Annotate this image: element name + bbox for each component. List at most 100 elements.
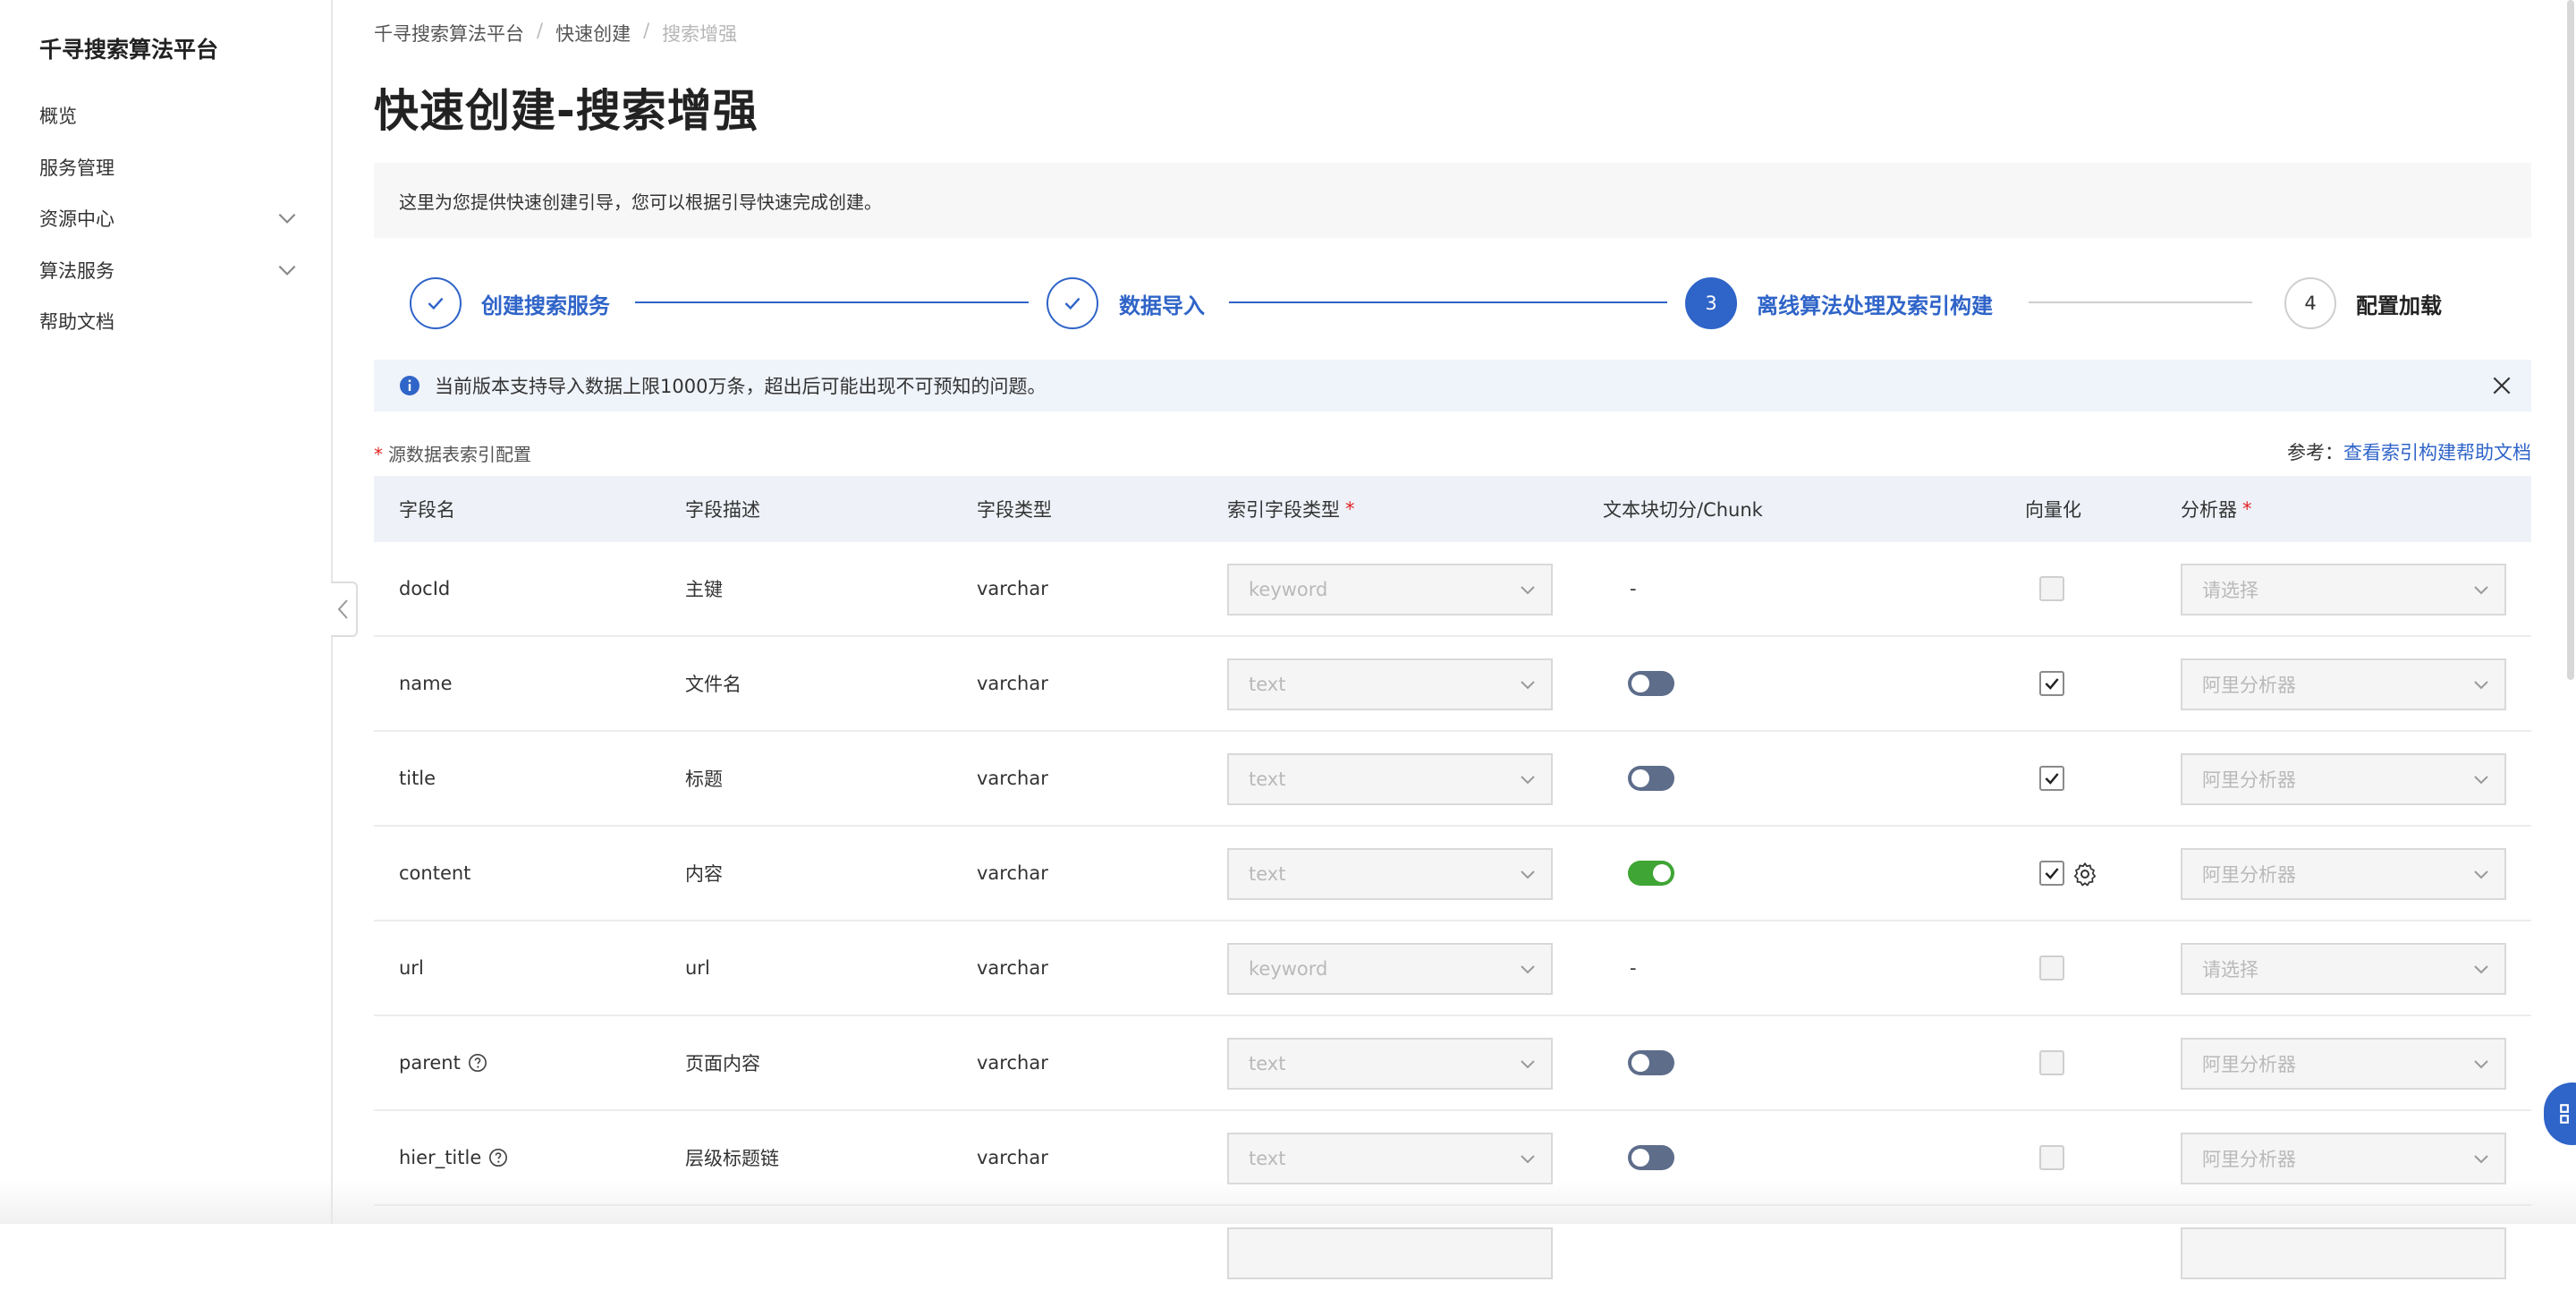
vectorize-checkbox[interactable]: [2039, 576, 2064, 601]
floating-help-button[interactable]: [2544, 1082, 2576, 1145]
scrollbar[interactable]: [2567, 0, 2574, 680]
brand-title: 千寻搜索算法平台: [39, 37, 219, 63]
vectorize-checkbox[interactable]: [2039, 671, 2064, 696]
step-4-label: 配置加载: [2356, 293, 2442, 318]
header-index-type-label: 索引字段类型: [1227, 499, 1340, 521]
analyzer-value: 阿里分析器: [2202, 864, 2296, 886]
analyzer-select[interactable]: 请选择: [2181, 564, 2506, 616]
sidebar-item-overview[interactable]: 概览: [39, 102, 299, 129]
sidebar-item-service-management[interactable]: 服务管理: [39, 154, 299, 181]
analyzer-value: 阿里分析器: [2202, 1149, 2296, 1170]
field-name: content: [399, 862, 471, 884]
step-2-done: [1046, 277, 1098, 329]
analyzer-select[interactable]: 阿里分析器: [2181, 753, 2506, 805]
index-type-select[interactable]: text: [1227, 753, 1553, 805]
field-desc: 内容: [685, 863, 723, 885]
main-content: 千寻搜索算法平台 / 快速创建 / 搜索增强 快速创建-搜索增强 这里为您提供快…: [374, 0, 2531, 1279]
breadcrumb-parent[interactable]: 快速创建: [555, 20, 631, 47]
help-doc-link[interactable]: 查看索引构建帮助文档: [2343, 442, 2531, 463]
close-icon[interactable]: [2490, 374, 2513, 397]
analyzer-select[interactable]: 阿里分析器: [2181, 1133, 2506, 1184]
step-connector: [635, 301, 1029, 303]
analyzer-select[interactable]: 请选择: [2181, 943, 2506, 995]
chunk-empty: -: [1630, 957, 1637, 979]
table-header: 字段名 字段描述 字段类型 索引字段类型 * 文本块切分/Chunk 向量化 分析…: [374, 476, 2531, 542]
analyzer-select[interactable]: 阿里分析器: [2181, 848, 2506, 900]
table-row: docId 主键 varchar keyword - 请选择: [374, 542, 2531, 637]
analyzer-value: 阿里分析器: [2202, 675, 2296, 696]
analyzer-value: 阿里分析器: [2202, 1054, 2296, 1075]
info-icon: [400, 376, 419, 395]
analyzer-value: 阿里分析器: [2202, 769, 2296, 791]
page-title: 快速创建-搜索增强: [374, 85, 758, 137]
field-type: varchar: [977, 673, 1048, 694]
chunk-toggle[interactable]: [1628, 861, 1674, 886]
index-type-value: text: [1249, 1148, 1286, 1169]
index-type-select[interactable]: text: [1227, 848, 1553, 900]
sidebar-item-resource-center[interactable]: 资源中心: [39, 205, 299, 232]
step-4-todo: 4: [2284, 277, 2336, 329]
check-icon: [428, 297, 444, 310]
index-type-select[interactable]: text: [1227, 1133, 1553, 1184]
chevron-down-icon: [1521, 776, 1535, 785]
field-type: varchar: [977, 1147, 1048, 1168]
header-analyzer: 分析器 *: [2181, 476, 2252, 542]
intro-text: 这里为您提供快速创建引导，您可以根据引导快速完成创建。: [399, 191, 882, 213]
chevron-down-icon: [2474, 1060, 2488, 1069]
sidebar: 千寻搜索算法平台 概览 服务管理 资源中心 算法服务 帮助文档: [0, 0, 333, 1224]
chunk-toggle[interactable]: [1628, 671, 1674, 696]
required-mark: *: [2242, 498, 2252, 520]
field-type: varchar: [977, 957, 1048, 979]
vectorize-checkbox[interactable]: [2039, 1145, 2064, 1170]
chunk-toggle[interactable]: [1628, 1050, 1674, 1075]
index-type-select[interactable]: text: [1227, 1038, 1553, 1090]
breadcrumb-root[interactable]: 千寻搜索算法平台: [374, 20, 524, 47]
field-desc: 页面内容: [685, 1053, 760, 1074]
chunk-toggle[interactable]: [1628, 1145, 1674, 1170]
step-1-label: 创建搜索服务: [481, 293, 610, 318]
chunk-toggle[interactable]: [1628, 766, 1674, 791]
sidebar-item-label: 概览: [39, 106, 77, 127]
vectorize-checkbox[interactable]: [2039, 861, 2064, 886]
gear-icon[interactable]: [2072, 861, 2098, 887]
index-type-select[interactable]: [1227, 1227, 1553, 1279]
section-label-text: 源数据表索引配置: [388, 444, 531, 465]
reference: 参考：查看索引构建帮助文档: [2287, 438, 2531, 465]
section-label: * 源数据表索引配置: [374, 440, 531, 466]
question-circle-icon[interactable]: [468, 1053, 487, 1073]
sidebar-item-algorithm-service[interactable]: 算法服务: [39, 257, 299, 284]
question-circle-icon[interactable]: [488, 1148, 508, 1167]
check-icon: [1064, 297, 1080, 310]
step-connector: [1229, 301, 1667, 303]
analyzer-select[interactable]: 阿里分析器: [2181, 658, 2506, 710]
step-3-label: 离线算法处理及索引构建: [1757, 293, 1993, 318]
index-type-select[interactable]: keyword: [1227, 564, 1553, 616]
index-type-select[interactable]: text: [1227, 658, 1553, 710]
index-type-value: text: [1249, 1053, 1286, 1074]
step-3-active: 3: [1685, 277, 1737, 329]
chevron-down-icon: [1521, 965, 1535, 974]
index-type-select[interactable]: keyword: [1227, 943, 1553, 995]
field-desc: 标题: [685, 768, 723, 790]
field-type: varchar: [977, 578, 1048, 599]
chevron-down-icon: [2474, 776, 2488, 785]
chevron-down-icon: [1521, 586, 1535, 595]
field-name: hier_title: [399, 1147, 482, 1168]
sidebar-collapse-button[interactable]: [331, 582, 358, 637]
sidebar-item-label: 资源中心: [39, 208, 114, 230]
check-icon: [2045, 773, 2059, 785]
field-desc: 主键: [685, 579, 723, 600]
index-type-value: text: [1249, 863, 1286, 885]
vectorize-checkbox[interactable]: [2039, 955, 2064, 981]
analyzer-select[interactable]: [2181, 1227, 2506, 1279]
sidebar-item-help-docs[interactable]: 帮助文档: [39, 308, 299, 335]
header-field-desc: 字段描述: [685, 499, 760, 521]
step-connector: [2029, 301, 2252, 303]
field-name: parent: [399, 1052, 461, 1074]
analyzer-select[interactable]: 阿里分析器: [2181, 1038, 2506, 1090]
header-chunk: 文本块切分/Chunk: [1603, 499, 1763, 521]
field-type: varchar: [977, 768, 1048, 789]
vectorize-checkbox[interactable]: [2039, 766, 2064, 791]
info-alert: 当前版本支持导入数据上限1000万条，超出后可能出现不可预知的问题。: [374, 360, 2531, 412]
vectorize-checkbox[interactable]: [2039, 1050, 2064, 1075]
